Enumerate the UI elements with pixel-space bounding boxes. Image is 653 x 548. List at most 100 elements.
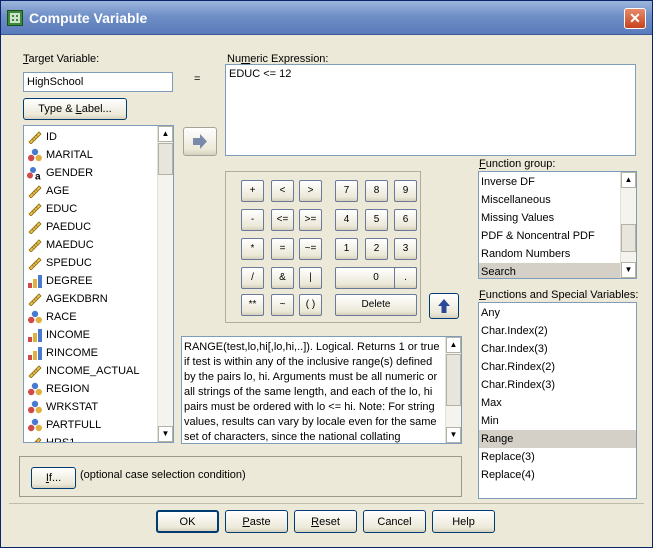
function-group-label: Function group: — [479, 158, 556, 170]
keypad-key[interactable]: >= — [299, 209, 322, 231]
keypad-key[interactable]: + — [241, 180, 264, 202]
keypad-key[interactable]: . — [394, 267, 417, 289]
function-item[interactable]: Char.Rindex(3) — [479, 376, 636, 394]
reset-button[interactable]: Reset — [294, 510, 357, 533]
scale-variable-icon — [27, 184, 43, 199]
keypad-key[interactable]: 7 — [335, 180, 358, 202]
variable-list[interactable]: HRS1 PARTFULL WRKSTAT REGION INCOME_ACTUAL RI… — [23, 125, 174, 443]
insert-function-button[interactable] — [429, 293, 459, 319]
function-group-list[interactable]: Search Random Numbers PDF & Noncentral PDF… — [478, 171, 637, 279]
keypad-key[interactable]: ( ) — [299, 294, 322, 316]
scale-variable-icon — [27, 238, 43, 253]
nominal-string-variable-icon: a — [27, 166, 43, 183]
scale-variable-icon — [27, 202, 43, 217]
variable-name: INCOME_ACTUAL — [46, 365, 140, 377]
variable-item[interactable]: HRS1 — [24, 434, 160, 442]
variable-item[interactable]: DEGREE — [24, 272, 160, 290]
variable-name: WRKSTAT — [46, 401, 99, 413]
move-variable-button[interactable] — [183, 127, 217, 156]
function-description: RANGE(test,lo,hi[,lo,hi,..]). Logical. R… — [181, 336, 462, 444]
keypad-key[interactable]: 2 — [365, 238, 388, 260]
function-item[interactable]: Char.Rindex(2) — [479, 358, 636, 376]
function-group-item[interactable]: Random Numbers — [479, 245, 621, 263]
keypad-key[interactable]: 5 — [365, 209, 388, 231]
variable-item[interactable]: AGEKDBRN — [24, 290, 160, 308]
scroll-down-icon[interactable]: ▼ — [158, 426, 173, 442]
variable-item[interactable]: MAEDUC — [24, 236, 160, 254]
scroll-thumb[interactable] — [158, 143, 173, 175]
if-section: If... (optional case selection condition… — [19, 456, 462, 497]
function-item[interactable]: Max — [479, 394, 636, 412]
keypad-key[interactable]: 9 — [394, 180, 417, 202]
keypad-key[interactable]: ~= — [299, 238, 322, 260]
keypad-key[interactable]: & — [271, 267, 294, 289]
keypad-key[interactable]: ** — [241, 294, 264, 316]
functions-list[interactable]: Any Char.Index(2) Char.Index(3) Char.Rindex… — [478, 302, 637, 499]
variable-item[interactable]: WRKSTAT — [24, 398, 160, 416]
scale-variable-icon — [27, 364, 43, 379]
help-button[interactable]: Help — [432, 510, 495, 533]
keypad-key[interactable]: - — [241, 209, 264, 231]
variable-item[interactable]: REGION — [24, 380, 160, 398]
function-item[interactable]: Min — [479, 412, 636, 430]
function-group-item[interactable]: Missing Values — [479, 209, 621, 227]
function-item[interactable]: Char.Index(3) — [479, 340, 636, 358]
target-variable-input[interactable]: HighSchool — [23, 72, 173, 92]
variable-item[interactable]: INCOME — [24, 326, 160, 344]
keypad-key[interactable]: < — [271, 180, 294, 202]
keypad-key[interactable]: ~ — [271, 294, 294, 316]
scroll-thumb[interactable] — [446, 354, 461, 406]
function-item[interactable]: Any — [479, 304, 636, 322]
scroll-up-icon[interactable]: ▲ — [621, 172, 636, 188]
calculator-keypad: + < >7 8 9- <= >= 4 5 6 * = ~= 1 2 3/& | 0. ** ~( ) Delete — [225, 171, 421, 323]
variable-item[interactable]: RINCOME — [24, 344, 160, 362]
function-group-scrollbar[interactable]: ▲ ▼ — [620, 172, 636, 278]
scale-variable-icon — [27, 292, 43, 307]
function-group-item[interactable]: Search — [479, 263, 621, 278]
keypad-key[interactable]: 4 — [335, 209, 358, 231]
keypad-key[interactable]: 1 — [335, 238, 358, 260]
variable-item[interactable]: EDUC — [24, 200, 160, 218]
variable-item[interactable]: SPEDUC — [24, 254, 160, 272]
keypad-key[interactable]: Delete — [335, 294, 417, 316]
variable-item[interactable]: PAEDUC — [24, 218, 160, 236]
function-item[interactable]: Replace(4) — [479, 466, 636, 484]
function-item[interactable]: Range — [479, 430, 636, 448]
numeric-expression-input[interactable]: EDUC <= 12 — [225, 64, 636, 156]
keypad-key[interactable]: 8 — [365, 180, 388, 202]
if-button[interactable]: If... — [31, 467, 76, 489]
cancel-button[interactable]: Cancel — [363, 510, 426, 533]
keypad-key[interactable]: / — [241, 267, 264, 289]
description-scrollbar[interactable]: ▲ ▼ — [445, 337, 461, 443]
keypad-key[interactable]: 3 — [394, 238, 417, 260]
variable-item[interactable]: MARITAL — [24, 146, 160, 164]
scroll-up-icon[interactable]: ▲ — [158, 126, 173, 142]
keypad-key[interactable]: | — [299, 267, 322, 289]
keypad-key[interactable]: > — [299, 180, 322, 202]
function-group-item[interactable]: Miscellaneous — [479, 191, 621, 209]
variable-list-scrollbar[interactable]: ▲ ▼ — [157, 126, 173, 442]
keypad-key[interactable]: 6 — [394, 209, 417, 231]
scroll-thumb[interactable] — [621, 224, 636, 252]
scroll-down-icon[interactable]: ▼ — [621, 262, 636, 278]
variable-item[interactable]: INCOME_ACTUAL — [24, 362, 160, 380]
ok-button[interactable]: OK — [156, 510, 219, 533]
variable-item[interactable]: RACE — [24, 308, 160, 326]
close-button[interactable]: ✕ — [624, 8, 646, 29]
scroll-up-icon[interactable]: ▲ — [446, 337, 461, 353]
keypad-key[interactable]: <= — [271, 209, 294, 231]
variable-item[interactable]: AGE — [24, 182, 160, 200]
function-group-item[interactable]: Inverse DF — [479, 173, 621, 191]
variable-item[interactable]: PARTFULL — [24, 416, 160, 434]
paste-button[interactable]: Paste — [225, 510, 288, 533]
title-bar[interactable]: Compute Variable ✕ — [1, 1, 652, 35]
keypad-key[interactable]: = — [271, 238, 294, 260]
keypad-key[interactable]: * — [241, 238, 264, 260]
variable-item[interactable]: a GENDER — [24, 164, 160, 183]
function-item[interactable]: Replace(3) — [479, 448, 636, 466]
variable-item[interactable]: ID — [24, 128, 160, 146]
function-item[interactable]: Char.Index(2) — [479, 322, 636, 340]
scroll-down-icon[interactable]: ▼ — [446, 427, 461, 443]
function-group-item[interactable]: PDF & Noncentral PDF — [479, 227, 621, 245]
type-label-button[interactable]: Type & Label... — [23, 98, 127, 120]
